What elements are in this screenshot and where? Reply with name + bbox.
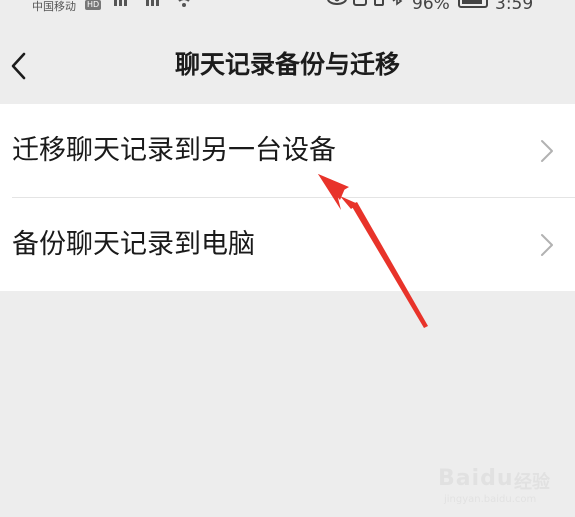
chevron-right-icon [541, 234, 553, 256]
bluetooth-icon [392, 0, 403, 6]
menu-item-label: 迁移聊天记录到另一台设备 [12, 135, 336, 166]
watermark-logo: Baidu 经验 jingyan.baidu.com [432, 456, 562, 506]
signal-icon [114, 0, 127, 6]
clock: 3:59 [495, 0, 534, 14]
battery-percent: 96% [412, 0, 450, 14]
menu-list: 迁移聊天记录到另一台设备 备份聊天记录到电脑 [0, 104, 575, 291]
battery-icon [458, 0, 488, 8]
watermark-suffix: 经验 [514, 472, 550, 493]
page-title: 聊天记录备份与迁移 [174, 50, 400, 79]
status-icons [326, 0, 403, 14]
chevron-right-icon [541, 140, 553, 162]
watermark-url: jingyan.baidu.com [444, 494, 537, 505]
status-bar: 中国移动 HD 96% 3:59 [0, 0, 575, 18]
vibrate-icon [374, 0, 385, 6]
hd-badge: HD [85, 0, 102, 10]
carrier-name: 中国移动 [32, 0, 76, 13]
menu-item-migrate-chat-history[interactable]: 迁移聊天记录到另一台设备 [0, 104, 575, 197]
wifi-icon [178, 0, 190, 7]
signal-icon-2 [146, 0, 159, 6]
menu-item-label: 备份聊天记录到电脑 [12, 229, 255, 260]
eye-icon [327, 0, 347, 5]
menu-item-backup-to-computer[interactable]: 备份聊天记录到电脑 [0, 198, 575, 291]
watermark-brand: Baidu [438, 466, 514, 491]
nav-bar: 聊天记录备份与迁移 [0, 28, 575, 104]
nfc-icon [353, 0, 368, 6]
